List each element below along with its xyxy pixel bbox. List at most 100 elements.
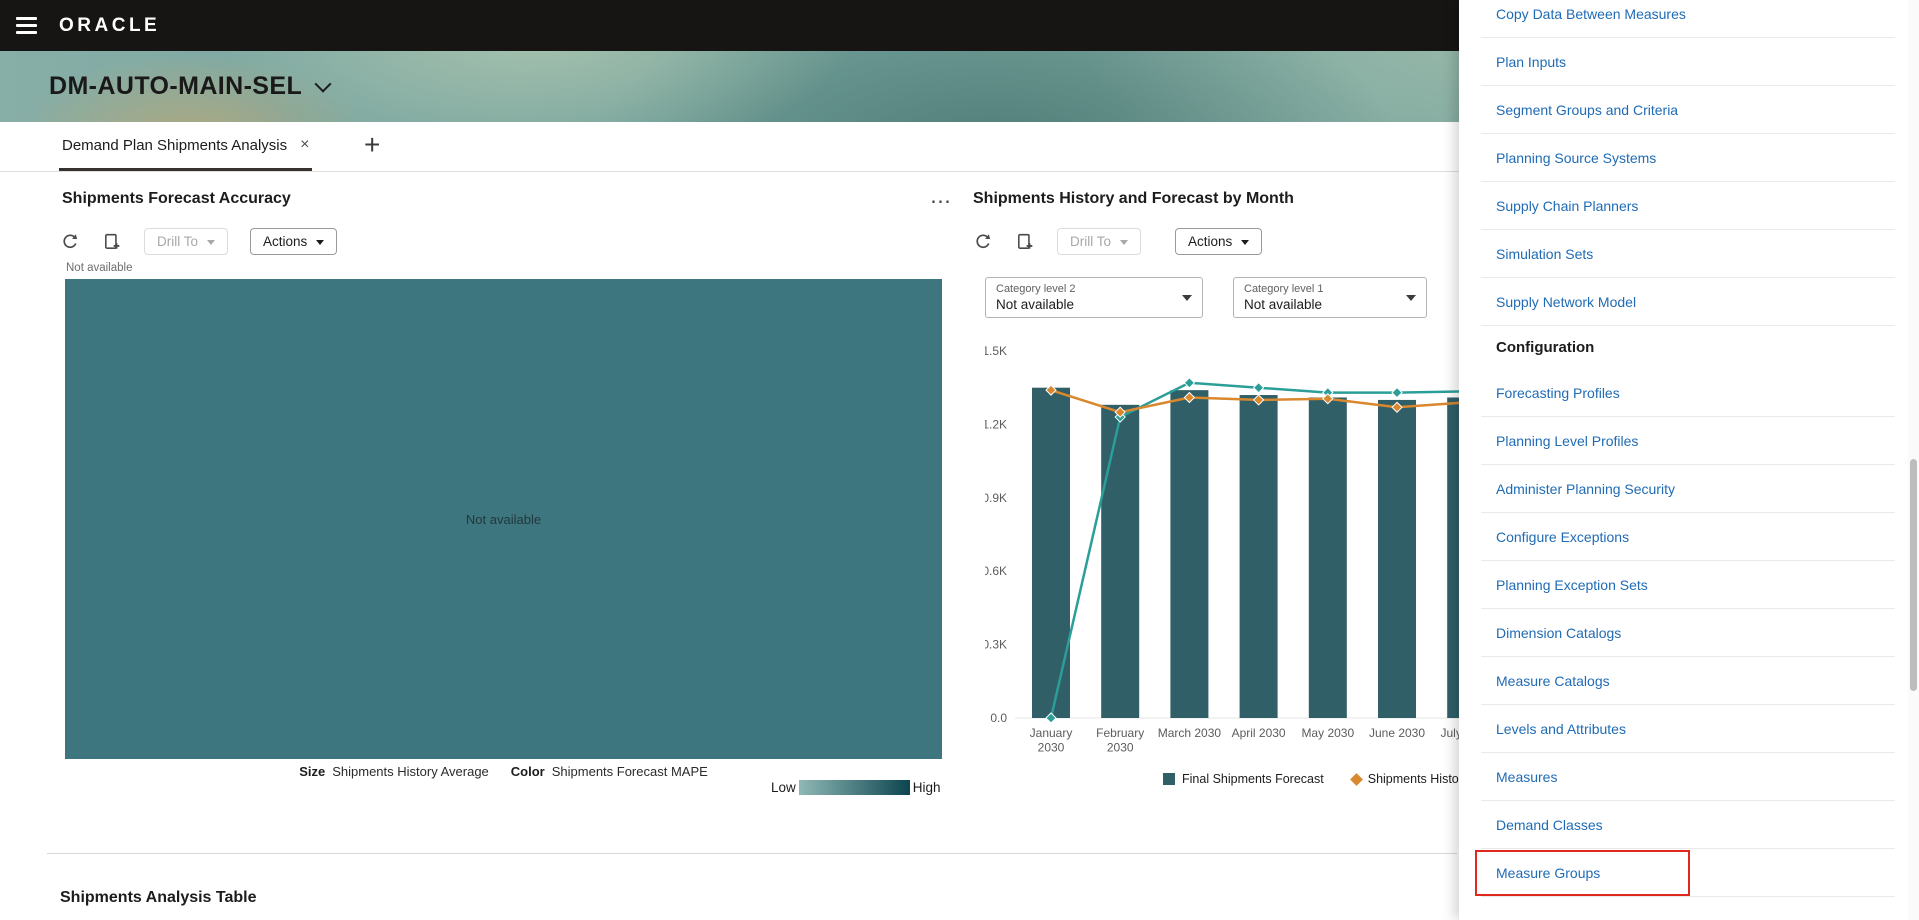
size-color-legend: Size Shipments History Average Color Shi… xyxy=(65,764,942,779)
drill-to-button[interactable]: Drill To xyxy=(1057,228,1141,255)
scrollbar-thumb[interactable] xyxy=(1910,459,1917,691)
close-icon[interactable]: × xyxy=(300,136,309,154)
actions-label: Actions xyxy=(263,234,307,249)
oracle-logo: ORACLE xyxy=(59,15,160,37)
chevron-down-icon xyxy=(316,240,324,245)
sidepanel-item-plan-inputs[interactable]: Plan Inputs xyxy=(1459,38,1919,86)
filter-label: Category level 1 xyxy=(1244,282,1324,296)
drill-to-label: Drill To xyxy=(157,234,198,249)
sidepanel-item-measure-groups[interactable]: Measure Groups xyxy=(1459,849,1919,897)
hamburger-icon xyxy=(16,17,37,19)
sidepanel-item-configure-exceptions[interactable]: Configure Exceptions xyxy=(1459,513,1919,561)
sidepanel-item-measures[interactable]: Measures xyxy=(1459,753,1919,801)
actions-button[interactable]: Actions xyxy=(250,228,337,255)
sidepanel-item-label: Levels and Attributes xyxy=(1496,721,1626,737)
forecast-accuracy-toolbar: Drill To Actions xyxy=(60,228,337,255)
svg-text:1.5K: 1.5K xyxy=(985,344,1007,358)
color-value: Shipments Forecast MAPE xyxy=(552,764,708,779)
add-tab-button[interactable]: + xyxy=(358,130,386,160)
sidepanel-item-planning-level-profiles[interactable]: Planning Level Profiles xyxy=(1459,417,1919,465)
sidepanel-item-planning-source-systems[interactable]: Planning Source Systems xyxy=(1459,134,1919,182)
tab-demand-plan-shipments-analysis[interactable]: Demand Plan Shipments Analysis × xyxy=(59,122,312,171)
color-label: Color xyxy=(511,764,545,779)
sidepanel-item-label: Administer Planning Security xyxy=(1496,481,1675,497)
sidepanel-item-label: Copy Data Between Measures xyxy=(1496,6,1686,22)
treemap-cell-label: Not available xyxy=(466,512,541,527)
svg-text:February2030: February2030 xyxy=(1096,726,1144,755)
filter-label: Category level 2 xyxy=(996,282,1076,296)
forecast-accuracy-title: Shipments Forecast Accuracy xyxy=(62,190,291,208)
page-plus-icon[interactable] xyxy=(102,228,122,255)
sidepanel-item-demand-classes[interactable]: Demand Classes xyxy=(1459,801,1919,849)
svg-text:0.6K: 0.6K xyxy=(985,564,1007,578)
drill-to-button[interactable]: Drill To xyxy=(144,228,228,255)
color-gradient-bar xyxy=(799,780,910,795)
sidepanel-item-label: Measure Catalogs xyxy=(1496,673,1610,689)
sidepanel-item-label: Forecasting Profiles xyxy=(1496,385,1620,401)
page-plus-icon[interactable] xyxy=(1015,228,1035,255)
sidepanel-section-header: Configuration xyxy=(1459,326,1919,369)
filter-value: Not available xyxy=(1244,296,1324,314)
tasks-list: Copy Data Between Measures Plan Inputs Seg… xyxy=(1459,0,1919,897)
chevron-down-icon xyxy=(207,240,215,245)
overflow-menu-icon[interactable]: ⋯ xyxy=(924,190,958,213)
legend-label: Final Shipments Forecast xyxy=(1182,772,1324,786)
svg-text:0.0: 0.0 xyxy=(990,711,1007,725)
hamburger-menu-button[interactable] xyxy=(16,15,42,37)
svg-text:March 2030: March 2030 xyxy=(1158,726,1222,740)
legend-square-swatch xyxy=(1163,773,1175,785)
shipments-analysis-table-title: Shipments Analysis Table xyxy=(60,889,257,907)
sidepanel-item-dimension-catalogs[interactable]: Dimension Catalogs xyxy=(1459,609,1919,657)
svg-text:1.2K: 1.2K xyxy=(985,417,1007,431)
sidepanel-item-planning-exception-sets[interactable]: Planning Exception Sets xyxy=(1459,561,1919,609)
low-label: Low xyxy=(771,780,796,795)
plan-title: DM-AUTO-MAIN-SEL xyxy=(49,72,302,101)
tab-label: Demand Plan Shipments Analysis xyxy=(62,137,287,154)
sidepanel-item-label: Dimension Catalogs xyxy=(1496,625,1621,641)
sidepanel-item-copy-data-between-measures[interactable]: Copy Data Between Measures xyxy=(1459,0,1919,38)
high-label: High xyxy=(913,780,941,795)
history-forecast-toolbar: Drill To Actions xyxy=(973,228,1262,255)
chevron-down-icon xyxy=(1406,295,1416,301)
forecast-accuracy-treemap[interactable]: Not available xyxy=(65,279,942,759)
treemap-group-label: Not available xyxy=(66,262,132,274)
sidepanel-item-label: Configure Exceptions xyxy=(1496,529,1629,545)
tasks-side-panel: Copy Data Between Measures Plan Inputs Seg… xyxy=(1459,0,1919,920)
color-scale-legend: Low High xyxy=(771,780,941,795)
refresh-icon[interactable] xyxy=(60,228,80,255)
category-level-2-filter[interactable]: Category level 2 Not available xyxy=(985,277,1203,318)
history-forecast-title: Shipments History and Forecast by Month xyxy=(973,190,1294,208)
chevron-down-icon xyxy=(1120,240,1128,245)
chevron-down-icon xyxy=(315,75,332,92)
chevron-down-icon xyxy=(1241,240,1249,245)
sidepanel-item-label: Demand Classes xyxy=(1496,817,1603,833)
sidepanel-item-supply-chain-planners[interactable]: Supply Chain Planners xyxy=(1459,182,1919,230)
sidepanel-item-label: Segment Groups and Criteria xyxy=(1496,102,1678,118)
refresh-icon[interactable] xyxy=(973,228,993,255)
legend-diamond-swatch xyxy=(1350,773,1363,786)
sidepanel-item-supply-network-model[interactable]: Supply Network Model xyxy=(1459,278,1919,326)
sidepanel-item-measure-catalogs[interactable]: Measure Catalogs xyxy=(1459,657,1919,705)
sidepanel-item-label: Planning Level Profiles xyxy=(1496,433,1638,449)
shipments-combo-chart[interactable]: 0.00.3K0.6K0.9K1.2K1.5KJanuary2030Februa… xyxy=(985,340,1530,765)
sidepanel-item-forecasting-profiles[interactable]: Forecasting Profiles xyxy=(1459,369,1919,417)
svg-text:June 2030: June 2030 xyxy=(1369,726,1425,740)
hamburger-icon xyxy=(16,24,37,26)
svg-text:April 2030: April 2030 xyxy=(1232,726,1286,740)
drill-to-label: Drill To xyxy=(1070,234,1111,249)
sidepanel-item-label: Supply Chain Planners xyxy=(1496,198,1638,214)
sidepanel-item-label: Measures xyxy=(1496,769,1557,785)
category-level-1-filter[interactable]: Category level 1 Not available xyxy=(1233,277,1427,318)
sidepanel-item-levels-and-attributes[interactable]: Levels and Attributes xyxy=(1459,705,1919,753)
plan-title-menu[interactable]: DM-AUTO-MAIN-SEL xyxy=(49,72,329,101)
sidepanel-item-segment-groups-and-criteria[interactable]: Segment Groups and Criteria xyxy=(1459,86,1919,134)
section-divider xyxy=(47,853,1457,854)
legend-item[interactable]: Final Shipments Forecast xyxy=(1163,772,1324,786)
sidepanel-item-administer-planning-security[interactable]: Administer Planning Security xyxy=(1459,465,1919,513)
actions-button[interactable]: Actions xyxy=(1175,228,1262,255)
filter-value: Not available xyxy=(996,296,1076,314)
sidepanel-item-simulation-sets[interactable]: Simulation Sets xyxy=(1459,230,1919,278)
svg-text:January2030: January2030 xyxy=(1030,726,1073,755)
sidepanel-item-label: Planning Source Systems xyxy=(1496,150,1656,166)
svg-text:0.9K: 0.9K xyxy=(985,491,1007,505)
